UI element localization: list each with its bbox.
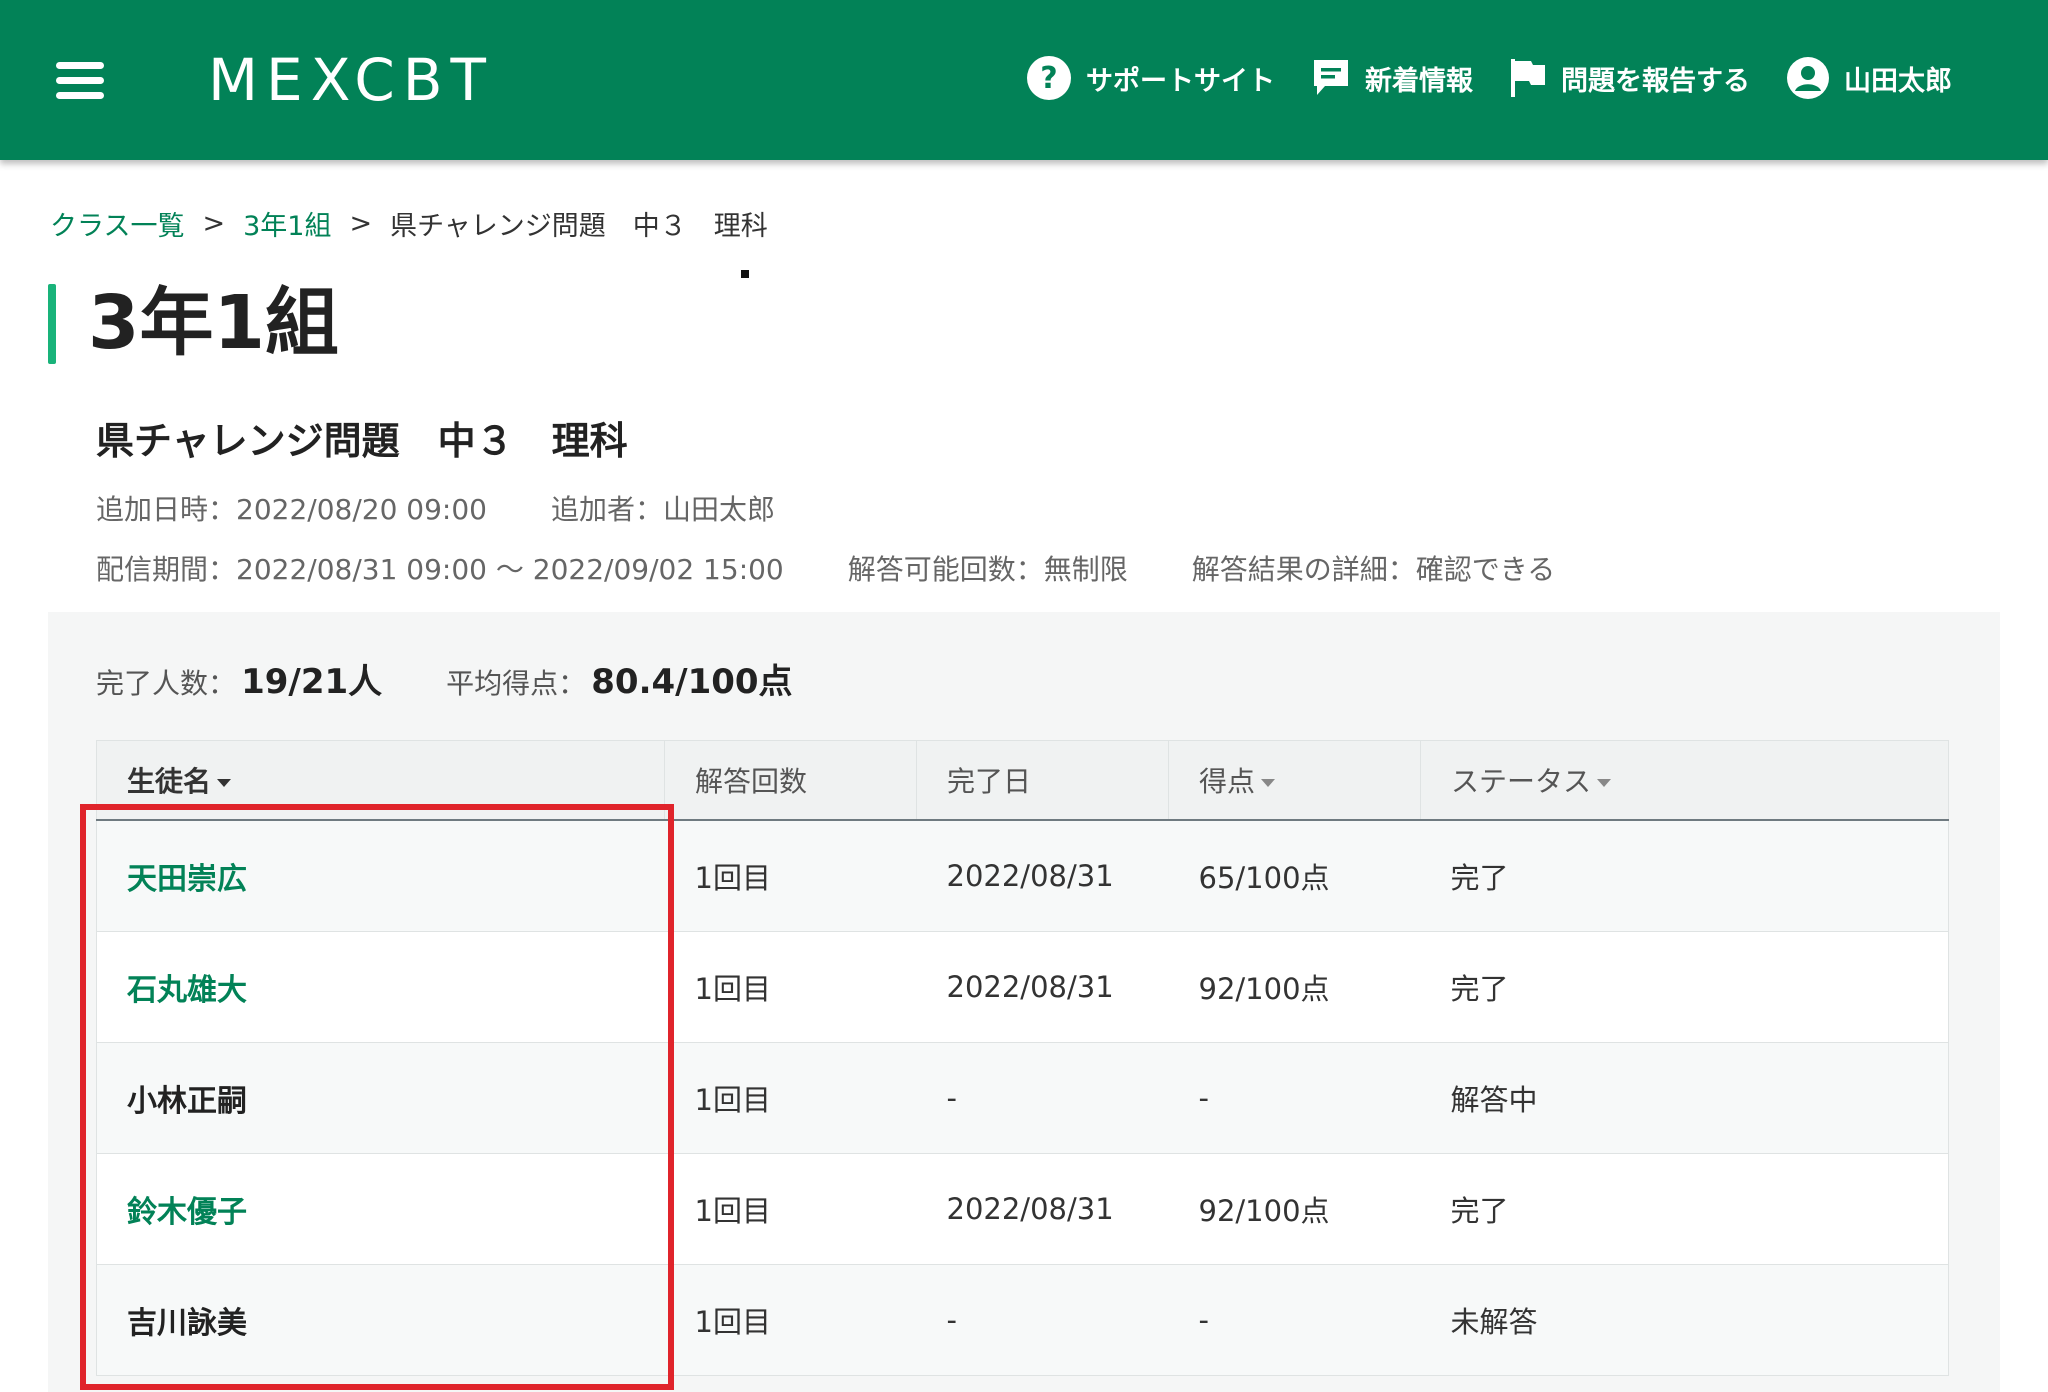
completed-count-label: 完了人数： — [96, 667, 237, 700]
column-header-score[interactable]: 得点 — [1168, 740, 1421, 821]
average-score-value: 80.4/100点 — [591, 662, 793, 702]
table-row: 鈴木優子 1回目 2022/08/31 92/100点 完了 — [96, 1153, 1949, 1265]
attempts-allowed: 解答可能回数：無制限 — [847, 553, 1128, 586]
completed-date-cell: 2022/08/31 — [916, 819, 1169, 932]
sort-caret-icon — [217, 779, 232, 787]
attempts-cell: 1回目 — [664, 1264, 917, 1376]
header-nav: ? サポートサイト 新着情報 問題を報告する 山田太郎 — [1026, 55, 1952, 101]
breadcrumb-class[interactable]: 3年1組 — [243, 204, 331, 243]
completed-date-cell: - — [916, 1042, 1169, 1154]
average-score-label: 平均得点： — [446, 667, 587, 700]
test-title: 県チャレンジ問題 中３ 理科 — [96, 419, 628, 463]
breadcrumb: クラス一覧 > 3年1組 > 県チャレンジ問題 中３ 理科 — [50, 204, 768, 243]
completed-date-cell: 2022/08/31 — [916, 931, 1169, 1043]
score-cell: 92/100点 — [1168, 931, 1421, 1043]
attempts-cell: 1回目 — [664, 1153, 917, 1265]
message-icon — [1311, 57, 1351, 99]
breadcrumb-current: 県チャレンジ問題 中３ 理科 — [390, 211, 768, 242]
test-meta-line-1: 追加日時：2022/08/20 09:00 追加者：山田太郎 — [96, 488, 775, 528]
app-header: MEXCBT ? サポートサイト 新着情報 問題を報告する 山田太郎 — [0, 0, 2048, 160]
status-cell: 完了 — [1420, 819, 1949, 932]
table-header-row: 生徒名 解答回数 完了日 得点 ステータス — [96, 740, 1949, 821]
student-name-link[interactable]: 石丸雄大 — [127, 973, 247, 1008]
user-name: 山田太郎 — [1844, 65, 1952, 97]
flag-icon — [1509, 57, 1547, 99]
support-site-link[interactable]: ? サポートサイト — [1026, 55, 1275, 101]
added-by: 追加者：山田太郎 — [550, 493, 775, 526]
sort-caret-icon — [1261, 779, 1276, 787]
table-row: 小林正嗣 1回目 - - 解答中 — [96, 1042, 1949, 1154]
attempts-cell: 1回目 — [664, 1042, 917, 1154]
table-row: 吉川詠美 1回目 - - 未解答 — [96, 1264, 1949, 1376]
page-title: 3年1組 — [88, 280, 339, 366]
score-cell: - — [1168, 1264, 1421, 1376]
stray-dot — [741, 270, 749, 278]
column-header-attempts: 解答回数 — [664, 740, 917, 821]
status-cell: 解答中 — [1420, 1042, 1949, 1154]
student-results-table: 生徒名 解答回数 完了日 得点 ステータス 天田崇広 1回目 2022/08/3… — [96, 740, 1949, 1376]
news-label: 新着情報 — [1365, 65, 1473, 97]
app-logo[interactable]: MEXCBT — [208, 46, 494, 114]
status-cell: 完了 — [1420, 1153, 1949, 1265]
result-detail: 解答結果の詳細：確認できる — [1191, 553, 1556, 586]
status-cell: 未解答 — [1420, 1264, 1949, 1376]
completed-count-value: 19/21人 — [241, 662, 383, 702]
status-cell: 完了 — [1420, 931, 1949, 1043]
delivery-period: 配信期間：2022/08/31 09:00 〜 2022/09/02 15:00 — [96, 553, 784, 586]
score-cell: 65/100点 — [1168, 819, 1421, 932]
student-name-link[interactable]: 鈴木優子 — [127, 1195, 247, 1230]
table-row: 石丸雄大 1回目 2022/08/31 92/100点 完了 — [96, 931, 1949, 1043]
help-circle-icon: ? — [1026, 55, 1072, 101]
attempts-cell: 1回目 — [664, 819, 917, 932]
student-name-link[interactable]: 天田崇広 — [127, 862, 247, 897]
support-site-label: サポートサイト — [1086, 65, 1275, 97]
news-link[interactable]: 新着情報 — [1311, 57, 1473, 99]
results-summary: 完了人数： 19/21人 平均得点： 80.4/100点 — [96, 654, 793, 703]
user-menu[interactable]: 山田太郎 — [1786, 56, 1952, 100]
sort-caret-icon — [1597, 779, 1612, 787]
score-cell: 92/100点 — [1168, 1153, 1421, 1265]
completed-date-cell: 2022/08/31 — [916, 1153, 1169, 1265]
attempts-cell: 1回目 — [664, 931, 917, 1043]
breadcrumb-separator: > — [202, 208, 226, 239]
column-header-student-name[interactable]: 生徒名 — [96, 740, 665, 821]
report-problem-label: 問題を報告する — [1561, 65, 1750, 97]
account-icon — [1786, 56, 1830, 100]
column-header-status[interactable]: ステータス — [1420, 740, 1949, 821]
results-panel: 完了人数： 19/21人 平均得点： 80.4/100点 生徒名 解答回数 完了… — [48, 612, 2000, 1392]
student-name: 小林正嗣 — [127, 1084, 247, 1119]
menu-icon[interactable] — [56, 62, 104, 100]
column-header-completed-date: 完了日 — [916, 740, 1169, 821]
test-meta-line-2: 配信期間：2022/08/31 09:00 〜 2022/09/02 15:00… — [96, 548, 1555, 588]
svg-text:?: ? — [1040, 61, 1057, 96]
table-row: 天田崇広 1回目 2022/08/31 65/100点 完了 — [96, 819, 1949, 932]
student-name: 吉川詠美 — [127, 1306, 247, 1341]
breadcrumb-class-list[interactable]: クラス一覧 — [50, 204, 184, 243]
score-cell: - — [1168, 1042, 1421, 1154]
report-problem-link[interactable]: 問題を報告する — [1509, 57, 1750, 99]
breadcrumb-separator: > — [349, 208, 373, 239]
page-title-accent — [48, 284, 56, 364]
completed-date-cell: - — [916, 1264, 1169, 1376]
added-at: 追加日時：2022/08/20 09:00 — [96, 493, 487, 526]
